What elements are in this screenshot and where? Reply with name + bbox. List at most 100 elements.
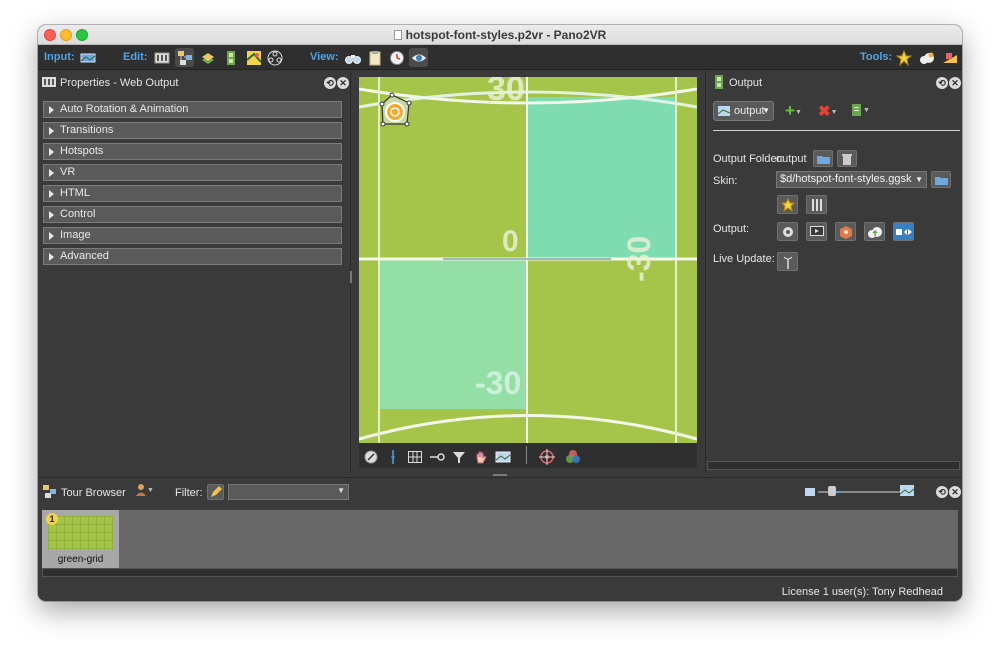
section-control[interactable]: Control <box>43 206 342 223</box>
section-hotspots[interactable]: Hotspots <box>43 143 342 160</box>
tour-map-button[interactable] <box>175 48 194 67</box>
panorama-input-icon <box>80 53 95 62</box>
filter-icon <box>453 452 465 463</box>
document-icon <box>393 30 402 40</box>
output-options-button[interactable]: ▼ <box>851 103 873 119</box>
document-green-icon <box>852 104 861 116</box>
clipboard-icon <box>369 50 380 65</box>
node-number-badge: 1 <box>46 513 58 525</box>
crosshair-line-button[interactable] <box>384 448 402 466</box>
skin-editor-icon <box>895 49 912 66</box>
upload-output-button[interactable] <box>864 222 885 241</box>
toolbar-separator <box>526 446 527 464</box>
package-output-button[interactable] <box>835 222 856 241</box>
tour-close-icon[interactable]: ✕ <box>949 486 961 498</box>
horizontal-splitter-handle[interactable] <box>493 474 507 476</box>
properties-title: Properties - Web Output <box>60 77 179 89</box>
add-menu-arrow-icon: ▼ <box>794 109 802 116</box>
small-thumbnail-icon <box>805 488 815 496</box>
options-menu-arrow-icon: ▼ <box>863 107 870 114</box>
key-button[interactable] <box>428 448 446 466</box>
panorama-input-button[interactable] <box>78 48 97 67</box>
convert-button[interactable] <box>940 48 959 67</box>
live-update-button[interactable] <box>777 252 798 271</box>
flat-image-icon <box>495 451 511 463</box>
hand-button[interactable] <box>472 448 490 466</box>
output-undock-icon[interactable]: ⟲ <box>936 77 948 89</box>
viewer-button[interactable] <box>387 48 406 67</box>
output-panel: Output ⟲ ✕ output ▼ +▼ ✖▼ ▼ Output Folde… <box>705 71 962 473</box>
flat-image-button[interactable] <box>494 448 512 466</box>
tour-divider <box>38 477 962 478</box>
section-label: Hotspots <box>60 145 104 157</box>
output-selector[interactable]: output ▼ <box>713 101 774 121</box>
tour-node-card[interactable]: 1 green-grid <box>42 510 119 568</box>
delete-folder-button[interactable] <box>837 150 857 167</box>
output-icon <box>226 50 235 65</box>
viewing-parameters-button[interactable] <box>152 48 171 67</box>
panorama-viewer[interactable]: 30 0 -30 -30 <box>359 77 697 443</box>
target-icon <box>539 449 555 465</box>
thumbnail-size-slider-handle[interactable] <box>828 486 836 496</box>
output-settings-button[interactable] <box>777 222 798 241</box>
large-thumbnail-icon <box>900 485 914 496</box>
filter-button[interactable] <box>450 448 468 466</box>
eye-button[interactable] <box>409 48 428 67</box>
output-horizontal-scrollbar[interactable] <box>707 461 960 470</box>
viewer-icon <box>389 50 404 65</box>
output-folder-value: output <box>776 153 807 165</box>
tour-user-menu-button[interactable]: ▼ <box>135 483 157 499</box>
cloud-icon <box>919 52 934 64</box>
color-circles-button[interactable] <box>564 448 582 466</box>
add-output-button[interactable]: +▼ <box>785 102 807 119</box>
section-transitions[interactable]: Transitions <box>43 122 342 139</box>
clipboard-button[interactable] <box>365 48 384 67</box>
section-html[interactable]: HTML <box>43 185 342 202</box>
target-button[interactable] <box>538 448 556 466</box>
output-button[interactable] <box>221 48 240 67</box>
cloud-button[interactable] <box>917 48 936 67</box>
gear-icon <box>782 226 793 237</box>
expand-arrow-icon <box>49 148 54 156</box>
remove-menu-arrow-icon: ▼ <box>830 109 838 116</box>
patch-button[interactable] <box>198 48 217 67</box>
edit-skin-button[interactable] <box>777 195 798 214</box>
filter-input[interactable]: ▼ <box>228 484 349 500</box>
binoculars-button[interactable] <box>343 48 362 67</box>
section-image[interactable]: Image <box>43 227 342 244</box>
section-advanced[interactable]: Advanced <box>43 248 342 265</box>
remove-output-button[interactable]: ✖▼ <box>818 103 840 120</box>
skin-folder-icon <box>934 176 948 185</box>
grid-label-0: 0 <box>502 225 519 258</box>
mobile-output-button[interactable] <box>893 222 914 241</box>
close-panel-icon[interactable]: ✕ <box>337 77 349 89</box>
grid-button[interactable] <box>406 448 424 466</box>
tour-horizontal-scrollbar[interactable] <box>42 568 958 577</box>
section-vr[interactable]: VR <box>43 164 342 181</box>
compass-icon <box>364 450 378 464</box>
floor-plan-button[interactable] <box>244 48 263 67</box>
antenna-icon <box>783 256 792 269</box>
section-auto-rotation-animation[interactable]: Auto Rotation & Animation <box>43 101 342 118</box>
skin-editor-button[interactable] <box>894 48 913 67</box>
tour-nodes-area <box>42 510 958 568</box>
open-skin-button[interactable] <box>931 171 951 188</box>
animation-button[interactable] <box>265 48 284 67</box>
skin-path-select[interactable]: $d/hotspot-font-styles.ggsk ▼ <box>776 171 927 188</box>
web-output-icon <box>42 77 56 87</box>
binoculars-icon <box>344 54 361 64</box>
expand-arrow-icon <box>49 232 54 240</box>
preview-output-button[interactable] <box>806 222 827 241</box>
output-close-icon[interactable]: ✕ <box>949 77 961 89</box>
compass-button[interactable] <box>362 448 380 466</box>
skin-settings-button[interactable] <box>806 195 827 214</box>
filter-edit-button[interactable] <box>207 484 224 500</box>
output-folder-label: Output Folder: <box>713 153 784 165</box>
main-toolbar: Input: Edit: View: Tools: <box>38 45 962 70</box>
expand-arrow-icon <box>49 253 54 261</box>
open-folder-button[interactable] <box>813 150 833 167</box>
tour-undock-icon[interactable]: ⟲ <box>936 486 948 498</box>
user-menu-arrow-icon: ▼ <box>147 487 154 494</box>
splitter-handle[interactable] <box>350 271 352 283</box>
undock-icon[interactable]: ⟲ <box>324 77 336 89</box>
